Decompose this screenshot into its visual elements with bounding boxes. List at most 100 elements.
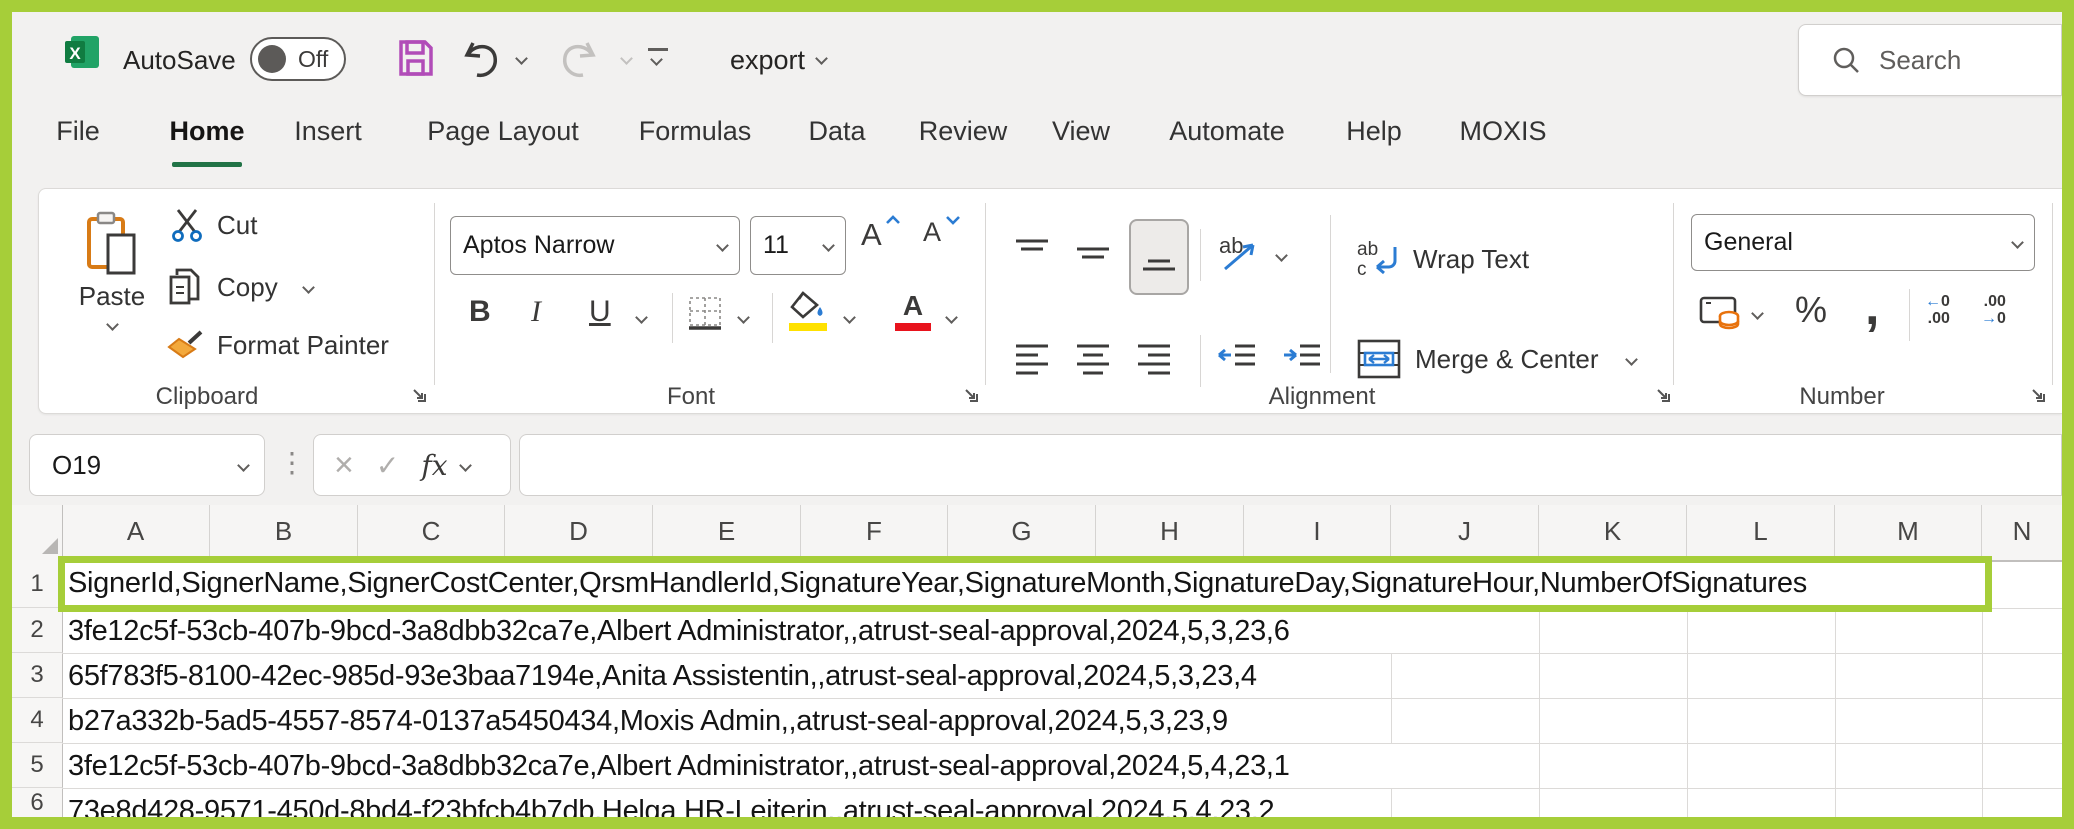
borders-button[interactable]	[687, 295, 723, 331]
row-header-6[interactable]: 6	[12, 788, 63, 817]
tab-help[interactable]: Help	[1346, 116, 1402, 147]
italic-button[interactable]: I	[531, 295, 541, 329]
column-header-I[interactable]: I	[1244, 505, 1391, 558]
paste-button[interactable]: Paste	[75, 207, 149, 357]
top-align-button[interactable]	[1014, 237, 1050, 271]
tab-file[interactable]: File	[56, 116, 100, 147]
underline-dropdown-icon[interactable]	[635, 311, 648, 324]
middle-align-button[interactable]	[1075, 237, 1111, 271]
underline-button[interactable]: U	[589, 295, 611, 329]
bottom-align-button-selected[interactable]	[1129, 219, 1189, 295]
formula-input[interactable]	[519, 434, 2062, 496]
cell-row-5-text[interactable]: 3fe12c5f-53cb-407b-9bcd-3a8dbb32ca7e,Alb…	[68, 750, 1290, 783]
bold-button[interactable]: B	[469, 295, 491, 329]
grow-font-button[interactable]: A	[861, 217, 882, 253]
search-box[interactable]: Search	[1798, 24, 2062, 96]
paste-dropdown-icon[interactable]	[106, 318, 119, 331]
cell-row-2-text[interactable]: 3fe12c5f-53cb-407b-9bcd-3a8dbb32ca7e,Alb…	[68, 615, 1290, 648]
font-name-dropdown-icon[interactable]	[716, 239, 729, 252]
merge-center-dropdown-icon[interactable]	[1625, 353, 1638, 366]
save-icon[interactable]	[397, 38, 435, 78]
decrease-decimal-button[interactable]: .00→0	[1981, 293, 2006, 327]
font-size-dropdown-icon[interactable]	[822, 239, 835, 252]
undo-button[interactable]	[463, 39, 507, 81]
row-header-3[interactable]: 3	[12, 653, 63, 698]
column-header-M[interactable]: M	[1835, 505, 1982, 558]
fill-color-dropdown-icon[interactable]	[843, 311, 856, 324]
row-header-4[interactable]: 4	[12, 698, 63, 743]
row-header-1[interactable]: 1	[12, 560, 63, 608]
name-box[interactable]: O19	[29, 434, 265, 496]
column-header-G[interactable]: G	[948, 505, 1096, 558]
number-format-dropdown-icon[interactable]	[2011, 236, 2024, 249]
column-header-N[interactable]: N	[1982, 505, 2062, 558]
orientation-button[interactable]: ab	[1217, 233, 1261, 273]
font-size-combo[interactable]: 11	[750, 216, 846, 275]
tab-automate[interactable]: Automate	[1169, 116, 1285, 147]
column-header-K[interactable]: K	[1539, 505, 1687, 558]
font-dialog-launcher-icon[interactable]	[961, 385, 981, 405]
tab-home[interactable]: Home	[169, 116, 244, 147]
enter-button: ✓	[376, 449, 399, 482]
row-header-2[interactable]: 2	[12, 608, 63, 653]
increase-indent-button[interactable]	[1282, 341, 1322, 377]
font-color-button[interactable]: A	[895, 291, 931, 331]
tab-view[interactable]: View	[1052, 116, 1110, 147]
copy-button[interactable]: Copy	[167, 267, 313, 307]
formula-bar-splitter[interactable]: ⋮	[278, 446, 306, 479]
tab-data[interactable]: Data	[808, 116, 865, 147]
number-format-combo[interactable]: General	[1691, 214, 2035, 271]
cell-row-4-text[interactable]: b27a332b-5ad5-4557-8574-0137a5450434,Mox…	[68, 705, 1228, 738]
copy-dropdown-icon[interactable]	[302, 281, 315, 294]
column-header-D[interactable]: D	[505, 505, 653, 558]
column-header-H[interactable]: H	[1096, 505, 1244, 558]
merge-center-button[interactable]: Merge & Center	[1357, 339, 1636, 379]
number-dialog-launcher-icon[interactable]	[2028, 385, 2048, 405]
document-title[interactable]: export	[730, 45, 805, 76]
accounting-dropdown-icon[interactable]	[1751, 307, 1764, 320]
clipboard-dialog-launcher-icon[interactable]	[409, 385, 429, 405]
borders-dropdown-icon[interactable]	[737, 311, 750, 324]
font-name-combo[interactable]: Aptos Narrow	[450, 216, 740, 275]
shrink-font-button[interactable]: A	[923, 217, 941, 248]
name-box-dropdown-icon[interactable]	[237, 459, 250, 472]
tab-formulas[interactable]: Formulas	[639, 116, 752, 147]
percent-style-button[interactable]: %	[1795, 289, 1827, 331]
insert-function-button[interactable]: fx	[421, 449, 447, 482]
quick-access-more-icon[interactable]	[648, 48, 668, 69]
column-header-E[interactable]: E	[653, 505, 801, 558]
align-left-button[interactable]	[1014, 341, 1050, 377]
column-header-F[interactable]: F	[801, 505, 948, 558]
font-color-dropdown-icon[interactable]	[945, 311, 958, 324]
format-painter-button[interactable]: Format Painter	[167, 325, 389, 365]
autosave-toggle[interactable]: Off	[250, 37, 346, 81]
column-header-B[interactable]: B	[210, 505, 358, 558]
row-header-5[interactable]: 5	[12, 743, 63, 788]
alignment-dialog-launcher-icon[interactable]	[1653, 385, 1673, 405]
increase-decimal-button[interactable]: ←0.00	[1925, 293, 1950, 327]
tab-moxis[interactable]: MOXIS	[1459, 116, 1546, 147]
fill-color-button[interactable]	[789, 291, 829, 331]
formula-bar-dropdown-icon[interactable]	[460, 459, 473, 472]
title-dropdown-icon[interactable]	[815, 52, 828, 65]
cell-row-1-text[interactable]: SignerId,SignerName,SignerCostCenter,Qrs…	[68, 567, 1807, 600]
column-header-A[interactable]: A	[62, 505, 210, 558]
tab-review[interactable]: Review	[919, 116, 1008, 147]
orientation-dropdown-icon[interactable]	[1275, 249, 1288, 262]
cell-row-3-text[interactable]: 65f783f5-8100-42ec-985d-93e3baa7194e,Ani…	[68, 660, 1257, 693]
cell-row-6-text[interactable]: 73e8d428-9571-450d-8bd4-f23bfcb4b7db,Hel…	[68, 795, 1274, 817]
column-header-J[interactable]: J	[1391, 505, 1539, 558]
comma-style-button[interactable]: ,	[1865, 277, 1879, 337]
decrease-indent-button[interactable]	[1217, 341, 1257, 377]
align-center-button[interactable]	[1075, 341, 1111, 377]
select-all-corner[interactable]	[12, 505, 63, 558]
cut-button[interactable]: Cut	[171, 207, 257, 243]
tab-page-layout[interactable]: Page Layout	[427, 116, 579, 147]
accounting-format-button[interactable]	[1699, 294, 1743, 332]
undo-dropdown-icon[interactable]	[515, 52, 528, 65]
column-header-C[interactable]: C	[358, 505, 505, 558]
tab-insert[interactable]: Insert	[294, 116, 362, 147]
column-header-L[interactable]: L	[1687, 505, 1835, 558]
align-right-button[interactable]	[1136, 341, 1172, 377]
wrap-text-button[interactable]: ab c Wrap Text	[1357, 239, 1529, 279]
